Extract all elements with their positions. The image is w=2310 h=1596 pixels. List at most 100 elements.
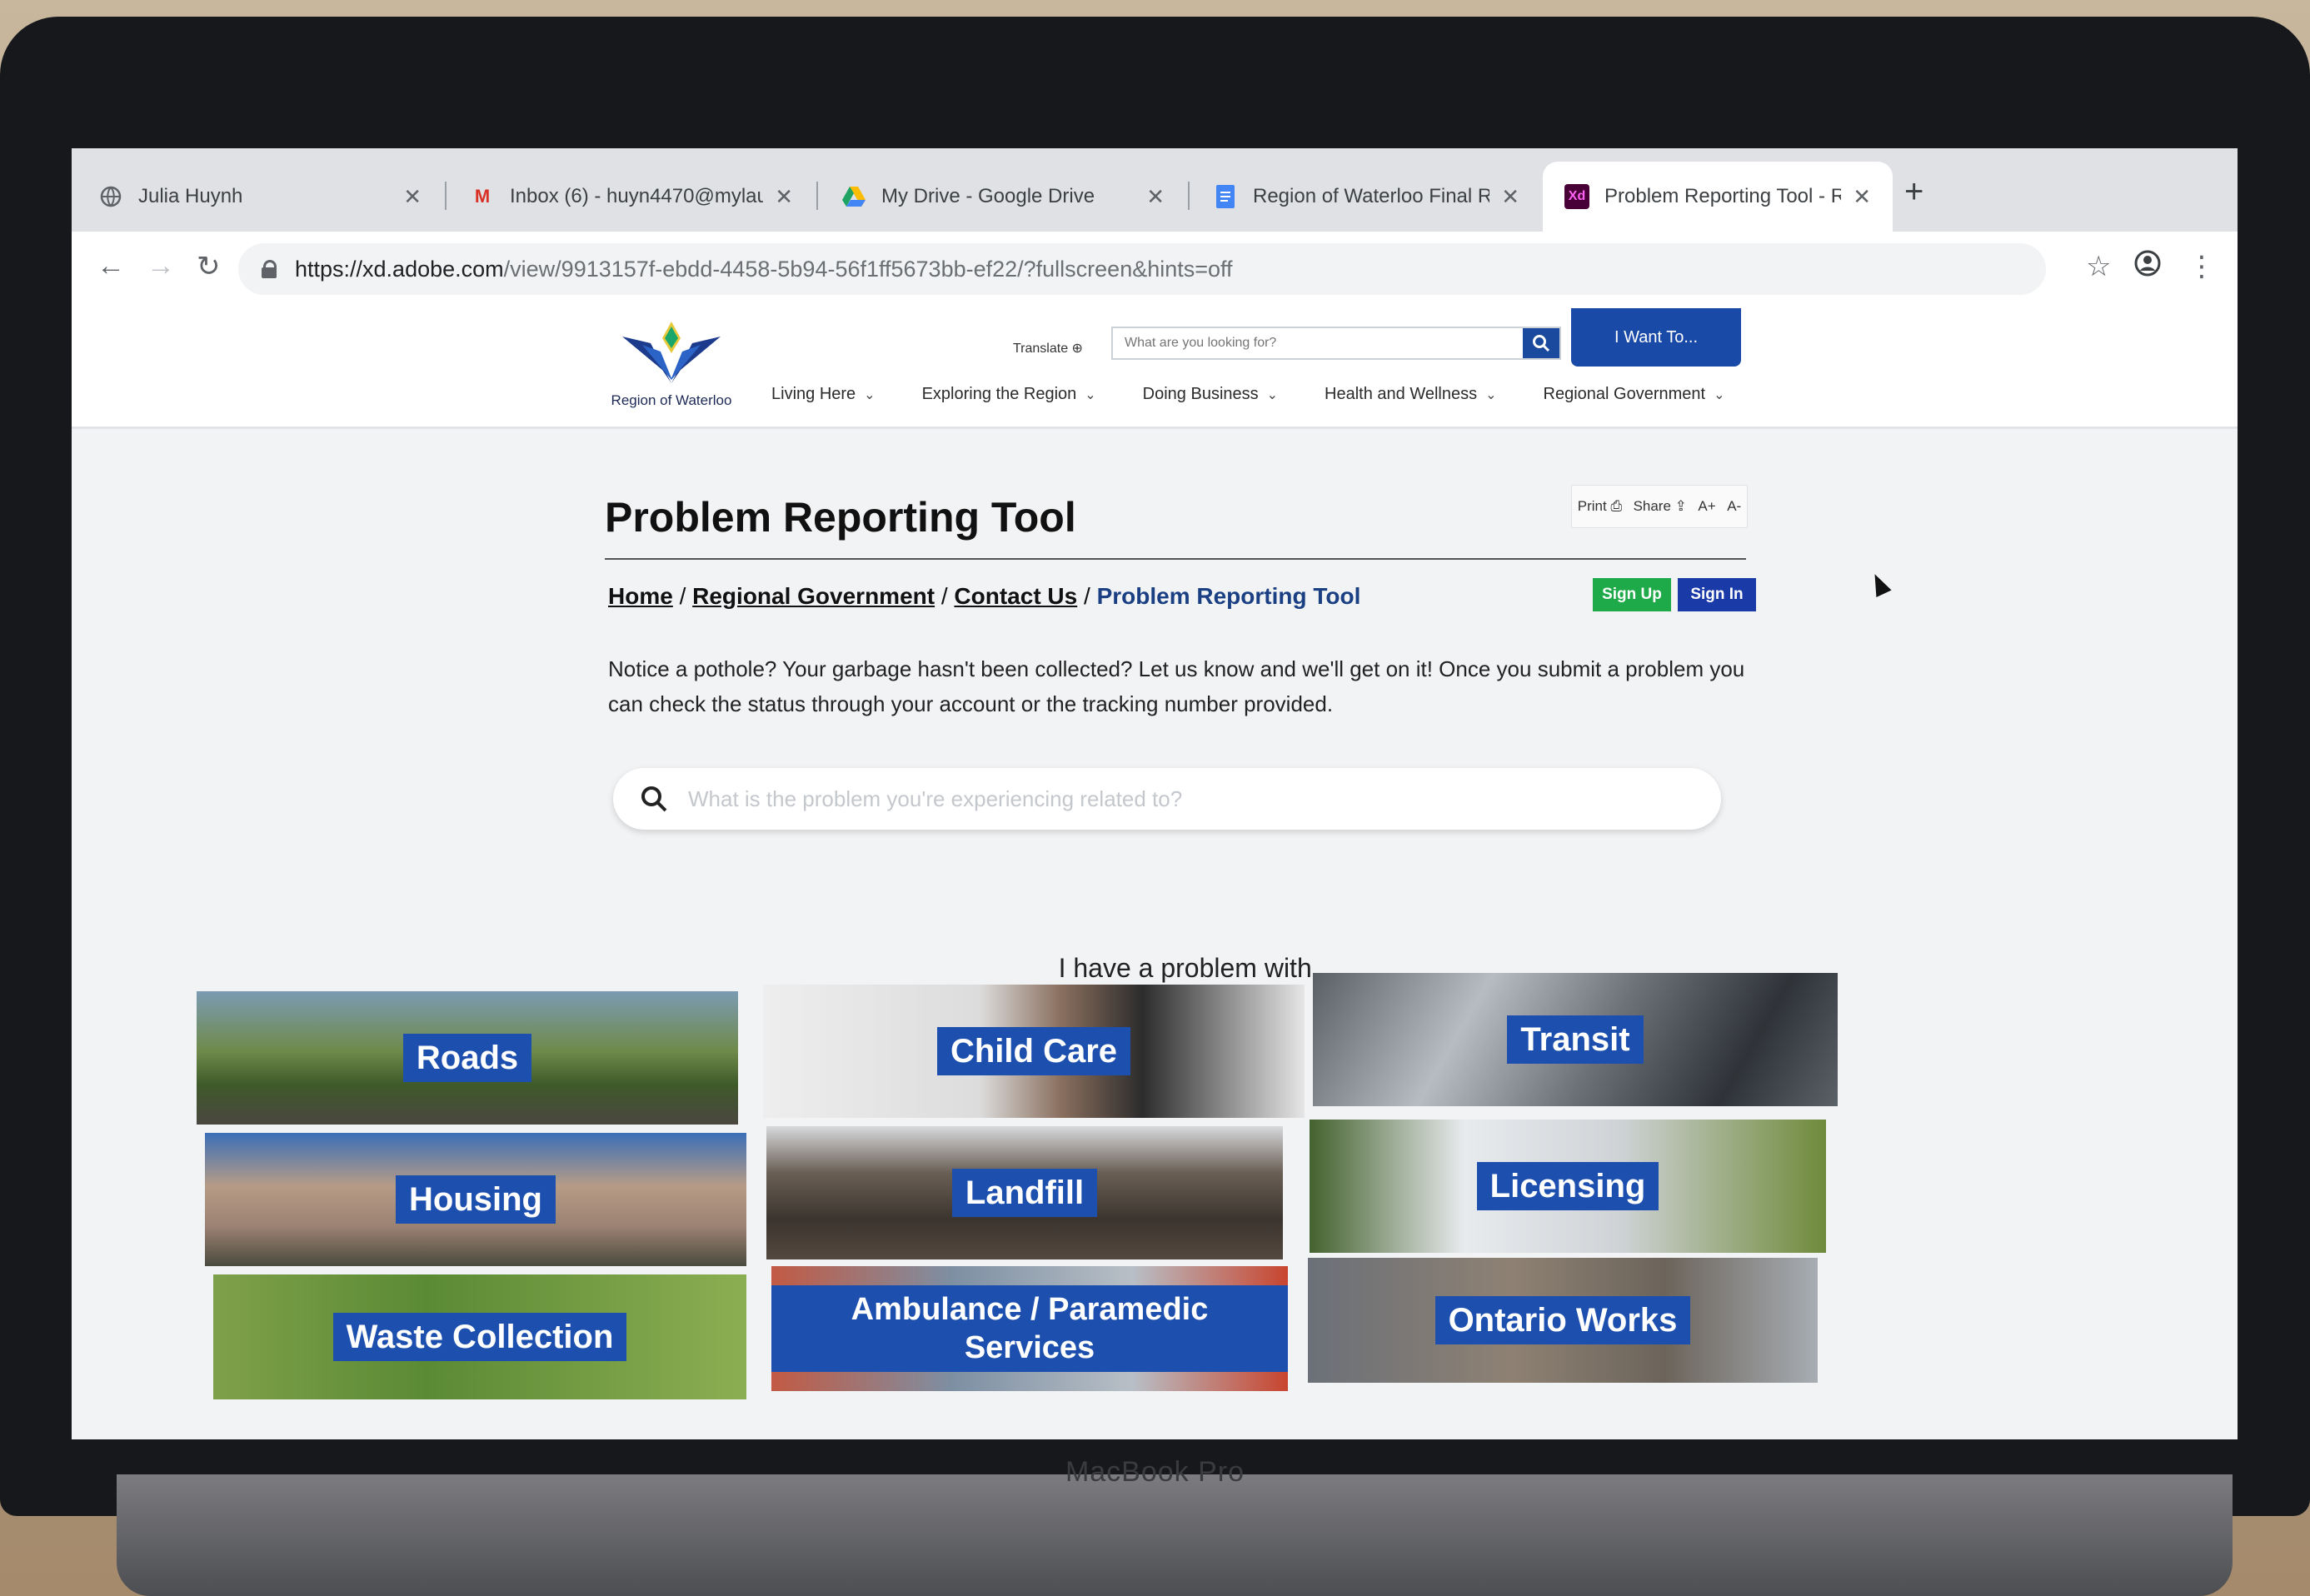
forward-arrow-icon[interactable]: → (147, 250, 175, 282)
tab-docs[interactable]: Region of Waterloo Final Repor ✕ (1191, 162, 1541, 232)
nav-label: Exploring the Region (921, 385, 1077, 403)
page-title: Problem Reporting Tool (605, 494, 1076, 541)
breadcrumb-home[interactable]: Home (608, 583, 673, 609)
tab-title: Inbox (6) - huyn4470@mylauri (510, 185, 764, 207)
tile-label: Waste Collection (332, 1313, 627, 1361)
breadcrumb-contact-us[interactable]: Contact Us (954, 583, 1077, 609)
problem-search-input[interactable] (686, 785, 1694, 813)
address-bar[interactable]: https://xd.adobe.com/view/9913157f-ebdd-… (238, 243, 2046, 295)
globe-icon (98, 184, 123, 209)
intro-text: Notice a pothole? Your garbage hasn't be… (608, 656, 1745, 716)
nav-label: Living Here (771, 385, 856, 403)
tab-separator (1188, 182, 1190, 210)
chevron-down-icon: ⌄ (1485, 388, 1497, 402)
nav-label: Doing Business (1142, 385, 1259, 403)
sign-in-button[interactable]: Sign In (1678, 578, 1756, 611)
font-increase-button[interactable]: A+ (1698, 498, 1715, 515)
laptop-screen: Julia Huynh ✕ M Inbox (6) - huyn4470@myl… (72, 148, 2238, 1439)
close-icon[interactable]: ✕ (1501, 184, 1519, 210)
xd-icon: Xd (1564, 184, 1589, 209)
site-search-input[interactable] (1113, 335, 1523, 352)
drive-icon (841, 184, 866, 209)
lock-icon (262, 260, 277, 278)
tab-title: Region of Waterloo Final Repor (1253, 185, 1490, 207)
nav-health[interactable]: Health and Wellness ⌄ (1325, 385, 1496, 404)
nav-regional-government[interactable]: Regional Government ⌄ (1544, 385, 1725, 404)
tab-separator (445, 182, 447, 210)
tab-title: Problem Reporting Tool - Reg (1604, 185, 1842, 207)
chevron-down-icon: ⌄ (1085, 388, 1096, 402)
i-want-to-button[interactable]: I Want To... (1571, 308, 1741, 367)
tab-xd-active[interactable]: Xd Problem Reporting Tool - Reg ✕ (1543, 162, 1893, 232)
printer-icon: ⎙ (1610, 498, 1623, 514)
tile-label: Licensing (1476, 1162, 1659, 1210)
tile-label: Housing (396, 1175, 556, 1224)
tile-landfill[interactable]: Landfill (766, 1126, 1283, 1259)
tile-child-care[interactable]: Child Care (763, 985, 1305, 1118)
breadcrumb-regional-government[interactable]: Regional Government (692, 583, 935, 609)
site-header: Region of Waterloo Translate ⊕ I Want To… (72, 308, 2238, 429)
tab-julia[interactable]: Julia Huynh ✕ (77, 162, 443, 232)
browser-tab-bar: Julia Huynh ✕ M Inbox (6) - huyn4470@myl… (72, 148, 2238, 232)
tab-gmail[interactable]: M Inbox (6) - huyn4470@mylauri ✕ (448, 162, 815, 232)
translate-link[interactable]: Translate ⊕ (1013, 340, 1083, 357)
tile-licensing[interactable]: Licensing (1310, 1120, 1826, 1253)
tile-roads[interactable]: Roads (197, 991, 738, 1125)
tile-waste-collection[interactable]: Waste Collection (213, 1274, 746, 1399)
share-icon: ⇪ (1674, 498, 1687, 514)
sign-up-button[interactable]: Sign Up (1593, 578, 1671, 611)
profile-icon[interactable] (2134, 250, 2161, 284)
search-icon (641, 786, 667, 812)
laptop-base (117, 1474, 2233, 1596)
search-button[interactable] (1523, 328, 1559, 358)
font-decrease-button[interactable]: A- (1727, 498, 1741, 515)
url-path: /view/9913157f-ebdd-4458-5b94-56f1ff5673… (503, 256, 1233, 282)
nav-exploring[interactable]: Exploring the Region ⌄ (922, 385, 1096, 404)
tab-title: My Drive - Google Drive (881, 185, 1095, 207)
tile-ontario-works[interactable]: Ontario Works (1308, 1258, 1818, 1383)
bookmark-star-icon[interactable]: ☆ (2086, 250, 2111, 283)
docs-icon (1213, 184, 1238, 209)
laptop-brand-label: MacBook Pro (1065, 1456, 1245, 1488)
new-tab-button[interactable]: + (1904, 173, 1923, 211)
region-logo-icon (622, 322, 721, 383)
title-divider (605, 558, 1746, 560)
problem-category-tiles: Roads Child Care Transit Housing Landfil… (197, 973, 2063, 1439)
tile-housing[interactable]: Housing (205, 1133, 746, 1266)
close-icon[interactable]: ✕ (403, 184, 422, 210)
print-button[interactable]: Print ⎙ (1578, 498, 1622, 515)
tile-ambulance-paramedic[interactable]: Ambulance / Paramedic Services (771, 1266, 1288, 1391)
site-logo[interactable]: Region of Waterloo (605, 320, 738, 409)
print-label: Print (1577, 498, 1607, 514)
breadcrumb-separator: / (672, 583, 693, 609)
browser-toolbar: ← → ↻ https://xd.adobe.com/view/9913157f… (72, 232, 2238, 310)
close-icon[interactable]: ✕ (1146, 184, 1165, 210)
url-host: https://xd.adobe.com (295, 256, 504, 282)
chevron-down-icon: ⌄ (1714, 388, 1725, 402)
breadcrumb: Home / Regional Government / Contact Us … (608, 583, 1360, 610)
breadcrumb-separator: / (935, 583, 955, 609)
tile-label: Transit (1507, 1015, 1644, 1064)
site-search (1111, 327, 1561, 360)
reload-icon[interactable]: ↻ (197, 250, 221, 283)
tile-transit[interactable]: Transit (1313, 973, 1838, 1106)
kebab-menu-icon[interactable]: ⋮ (2188, 250, 2216, 283)
utility-bar: Print ⎙ Share ⇪ A+ A- (1571, 485, 1748, 528)
tab-drive[interactable]: My Drive - Google Drive ✕ (820, 162, 1186, 232)
gmail-icon: M (474, 186, 491, 207)
web-page: Region of Waterloo Translate ⊕ I Want To… (72, 308, 2238, 1439)
tile-label: Ontario Works (1434, 1296, 1691, 1344)
nav-living-here[interactable]: Living Here ⌄ (771, 385, 876, 404)
search-icon (1533, 335, 1550, 352)
nav-label: Regional Government (1543, 385, 1706, 403)
close-icon[interactable]: ✕ (1853, 184, 1871, 210)
mouse-cursor (1867, 570, 1892, 598)
main-nav: Living Here ⌄ Exploring the Region ⌄ Doing… (771, 385, 1772, 404)
chevron-down-icon: ⌄ (1266, 388, 1279, 402)
nav-doing-business[interactable]: Doing Business ⌄ (1143, 385, 1278, 404)
tile-label: Landfill (951, 1169, 1098, 1217)
back-arrow-icon[interactable]: ← (97, 250, 125, 282)
share-label: Share (1633, 498, 1671, 514)
share-button[interactable]: Share ⇪ (1634, 498, 1687, 515)
close-icon[interactable]: ✕ (775, 184, 793, 210)
